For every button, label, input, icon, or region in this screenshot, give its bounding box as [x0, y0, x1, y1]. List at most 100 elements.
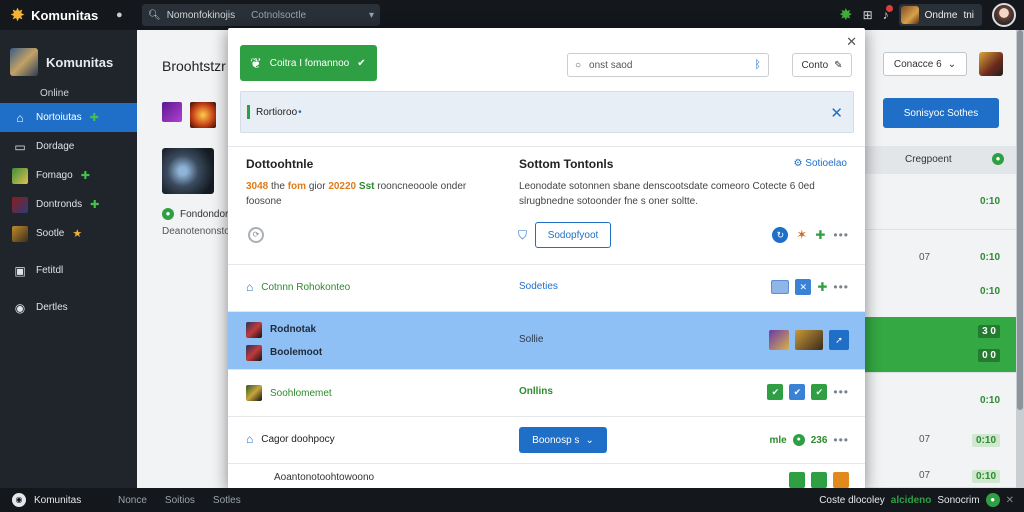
status-dot-icon: ●	[792, 434, 805, 446]
modal-search-input[interactable]: ○ onst saod ᛒ	[567, 53, 769, 77]
meta-value: 236	[810, 434, 828, 446]
game-thumbnail[interactable]	[795, 330, 823, 350]
loading-icon[interactable]: ⟳	[248, 227, 264, 243]
featured-image[interactable]	[162, 148, 214, 194]
section-title-right: Sottom Tontonls	[519, 157, 614, 171]
filter-dropdown[interactable]: Conacce 6 ⌄	[883, 52, 967, 76]
sidebar-item-dashboard[interactable]: ▭ Dordage	[0, 132, 137, 161]
row-count: 07	[919, 470, 931, 481]
table-row[interactable]: 0:10	[865, 264, 1024, 320]
scrollbar[interactable]	[1016, 30, 1024, 488]
user-name: Ondme	[924, 9, 958, 21]
row-status: Sollie	[519, 334, 544, 345]
footer-bar: ◉ Komunitas Nonce Soitios Sotles Coste d…	[0, 488, 1024, 512]
footer-link[interactable]: Sotles	[213, 495, 241, 506]
sidebar-item-game-1[interactable]: Fomago ✚	[0, 161, 137, 190]
home-icon: ⌂	[246, 432, 254, 446]
home-icon: ⌂	[16, 110, 24, 125]
row-value: 0:10	[979, 395, 1000, 406]
sidebar-item-folders[interactable]: ▣ Fetitdl	[0, 256, 137, 285]
dropdown-button[interactable]: Boonosp s ⌄	[519, 427, 607, 453]
list-item[interactable]: ⌂ Cagor doohpocy Boonosp s ⌄ mle ● 236 •…	[228, 416, 865, 463]
sidebar-item-settings[interactable]: ◉ Dertles	[0, 293, 137, 322]
footer-brand-name: Komunitas	[34, 494, 82, 506]
arrow-icon[interactable]: ➚	[829, 330, 849, 350]
warning-icon[interactable]	[833, 472, 849, 488]
table-row[interactable]: 07 0:10	[865, 460, 1024, 488]
gift-icon[interactable]: ⊞	[863, 8, 873, 22]
settings-icon: ◉	[14, 300, 26, 315]
chevron-down-icon[interactable]: ▾	[369, 10, 374, 21]
row-value: 3 0	[978, 325, 1000, 338]
dropdown-button-label: Boonosp s	[532, 434, 580, 446]
check-icon[interactable]: ✔	[767, 384, 784, 400]
list-item[interactable]: ⌂ Cotnnn Rohokonteo Sodeties ✕ ✚ •••	[228, 264, 865, 311]
bluetooth-icon: ᛒ	[754, 59, 761, 71]
primary-action-button[interactable]: Sonisyoc Sothes	[883, 98, 999, 128]
more-icon[interactable]: •••	[833, 228, 849, 242]
sidebar-brand[interactable]: Komunitas	[0, 30, 137, 88]
more-icon[interactable]: •••	[833, 280, 849, 294]
user-menu[interactable]: Ondme tni	[898, 4, 982, 26]
footer-status-highlight[interactable]: alcideno	[891, 495, 932, 506]
apply-button[interactable]: Sodopfyoot	[535, 222, 611, 248]
upvote-icon[interactable]: ✚	[817, 280, 827, 294]
home-icon: ⌂	[246, 280, 254, 294]
column-header-label: Cregpoent	[905, 154, 952, 165]
pin-icon[interactable]: ✕	[795, 279, 812, 295]
check-icon[interactable]	[789, 472, 805, 488]
list-item-selected[interactable]: Rodnotak Boolemoot Sollie ➚	[228, 311, 865, 369]
table-row[interactable]: 0:10	[865, 174, 1024, 230]
check-icon[interactable]: ✔	[811, 384, 828, 400]
section-link[interactable]: ⚙ Sotioelao	[794, 158, 847, 169]
section-desc-right: Leonodate sotonnen sbane denscootsdate c…	[519, 181, 815, 207]
achievement-icon[interactable]: ✸	[839, 5, 852, 25]
game-icon[interactable]	[190, 102, 216, 128]
sidebar-item-game-3[interactable]: Sootle ★	[0, 219, 137, 248]
check-icon[interactable]	[811, 472, 827, 488]
image-icon[interactable]	[771, 280, 790, 294]
sidebar-item-label: Dordage	[36, 141, 75, 152]
edit-button[interactable]: Conto ✎	[792, 53, 852, 77]
member-item[interactable]: Boolemoot	[246, 341, 322, 364]
plus-icon: ✚	[80, 170, 90, 182]
close-icon[interactable]: ✕	[846, 34, 857, 50]
more-icon[interactable]: •••	[833, 433, 849, 447]
sidebar-item-home[interactable]: ⌂ Nortoiutas ✚	[0, 103, 137, 132]
row-actions: ✕ ✚ •••	[771, 279, 849, 295]
game-thumbnail[interactable]	[769, 330, 789, 350]
table-row-selected[interactable]: 3 0 0 0	[865, 317, 1024, 373]
share-button[interactable]: ❦ Coitra I fomannoo ✔	[240, 45, 377, 81]
bell-icon[interactable]: ●	[116, 9, 140, 21]
footer-link[interactable]: Soitios	[165, 495, 195, 506]
footer-brand[interactable]: ◉ Komunitas	[0, 493, 100, 507]
scrollbar-thumb[interactable]	[1017, 30, 1023, 410]
game-icon[interactable]	[162, 102, 182, 122]
list-item[interactable]: Soohlomemet Onllins ✔ ✔ ✔ •••	[228, 369, 865, 416]
avatar[interactable]	[979, 52, 1003, 76]
chevron-down-icon: ⌄	[947, 58, 957, 70]
list-item[interactable]: Aoantonotoohtowoono	[228, 463, 865, 490]
community-icon: ◉	[12, 493, 26, 507]
upvote-icon[interactable]: ✚	[815, 228, 825, 242]
top-search-input[interactable]: 🔍︎ Nomonfokinojis Cotnolsoctle ▾	[142, 4, 380, 26]
member-name: Boolemoot	[270, 347, 323, 358]
member-item[interactable]: Rodnotak	[246, 318, 322, 341]
footer-link[interactable]: Nonce	[118, 495, 147, 506]
sidebar-item-game-2[interactable]: Dontronds ✚	[0, 190, 137, 219]
close-banner-icon[interactable]: ✕	[830, 104, 843, 122]
row-count: 07	[919, 252, 931, 263]
more-icon[interactable]: •••	[833, 385, 849, 399]
desc-text: gior	[308, 181, 326, 192]
check-icon[interactable]: ✔	[789, 384, 806, 400]
profile-avatar[interactable]	[992, 3, 1016, 27]
meta-label: mle	[769, 434, 787, 446]
close-icon[interactable]: ✕	[1006, 495, 1014, 506]
dashboard-icon: ▭	[14, 139, 26, 154]
game-thumbnail	[12, 196, 28, 213]
notification-icon[interactable]: ♪	[883, 5, 893, 22]
refresh-icon[interactable]: ↻	[772, 227, 789, 243]
footer-status-extra: Sonocrim	[937, 494, 980, 506]
game-thumbnail	[12, 167, 28, 184]
star-icon[interactable]: ✶	[796, 227, 807, 243]
